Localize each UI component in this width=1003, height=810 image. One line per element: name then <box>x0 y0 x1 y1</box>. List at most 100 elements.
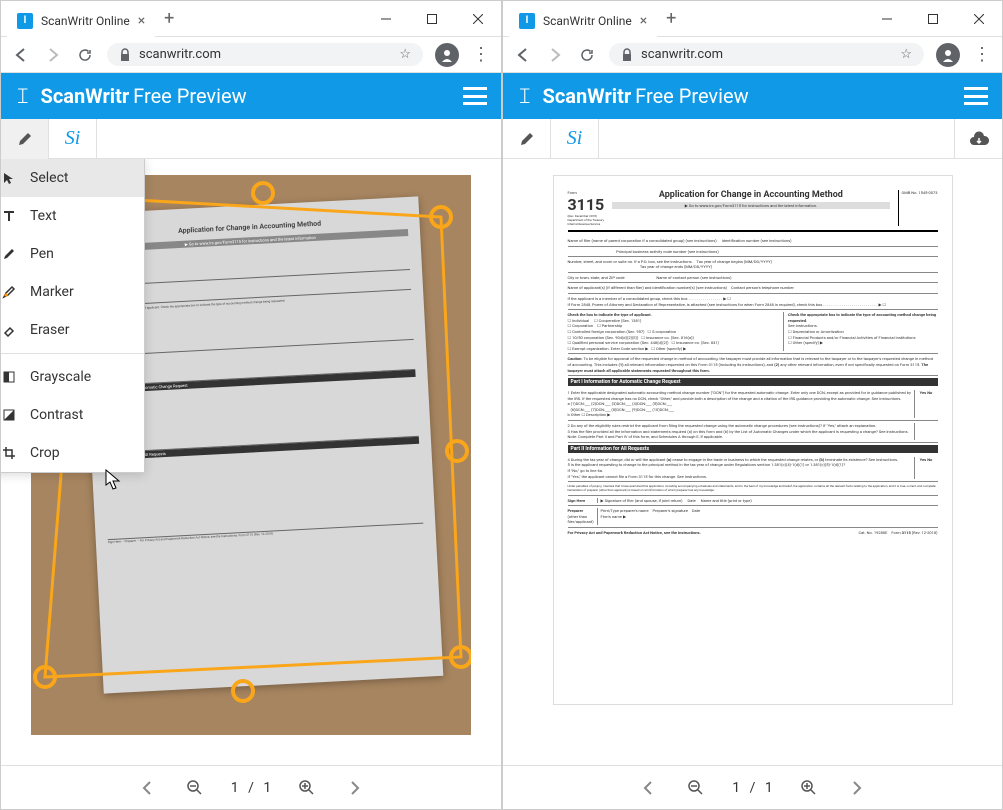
app-logo[interactable]: 𝙸 ScanWritr Free Preview <box>15 84 247 109</box>
tool-marker[interactable]: Marker <box>1 273 144 311</box>
tool-eraser[interactable]: Eraser <box>1 311 144 349</box>
crop-handle-br[interactable] <box>449 645 471 669</box>
tab-title: ScanWritr Online <box>543 14 632 28</box>
prev-page-button[interactable] <box>636 776 660 800</box>
crop-icon <box>1 444 18 462</box>
new-tab-button[interactable]: + <box>155 5 183 33</box>
address-bar: scanwritr.com ☆ ⋮ <box>1 37 501 73</box>
url-text: scanwritr.com <box>641 47 723 62</box>
zoom-in-button[interactable] <box>295 776 319 800</box>
tab-close-icon[interactable]: × <box>138 13 145 29</box>
next-page-button[interactable] <box>845 776 869 800</box>
tool-label: Marker <box>30 284 74 300</box>
form-title: Application for Change in Accounting Met… <box>612 190 889 200</box>
back-button[interactable] <box>513 45 533 65</box>
star-icon[interactable]: ☆ <box>900 47 912 62</box>
tool-grayscale[interactable]: Grayscale <box>1 358 144 396</box>
app-header: 𝙸 ScanWritr Free Preview <box>503 73 1002 119</box>
edit-tool-button[interactable] <box>1 119 49 159</box>
maximize-button[interactable] <box>910 3 956 35</box>
pen-icon <box>1 245 18 263</box>
app-logo-icon: 𝙸 <box>15 84 31 109</box>
crop-handle-mr[interactable] <box>445 439 469 463</box>
close-button[interactable] <box>956 3 1002 35</box>
titlebar: I ScanWritr Online × + <box>1 1 501 37</box>
back-button[interactable] <box>11 45 31 65</box>
pager-bar: 1 / 1 <box>1 765 501 809</box>
zoom-in-button[interactable] <box>797 776 821 800</box>
document-canvas[interactable]: Form 3115 (Rev. December 2018)Department… <box>503 159 1002 765</box>
reload-button[interactable] <box>577 45 597 65</box>
forward-button[interactable] <box>43 45 63 65</box>
brand-subtitle: Free Preview <box>133 84 246 108</box>
omb-number: OMB No. 1545-0073 <box>898 190 938 226</box>
processed-document: Form 3115 (Rev. December 2018)Department… <box>553 175 953 705</box>
toolbar: Si <box>1 119 501 159</box>
part1-heading: Part I Information for Automatic Change … <box>568 378 938 386</box>
brand-subtitle: Free Preview <box>635 84 748 108</box>
favicon: I <box>519 13 535 29</box>
titlebar: I ScanWritr Online × + <box>503 1 1002 37</box>
tool-label: Crop <box>30 445 60 461</box>
part2-heading: Part II Information for All Requests <box>568 445 938 453</box>
window-controls <box>864 3 1002 35</box>
prev-page-button[interactable] <box>135 776 159 800</box>
profile-avatar[interactable] <box>435 43 459 67</box>
signature-tool-button[interactable]: Si <box>49 119 97 159</box>
zoom-out-button[interactable] <box>684 776 708 800</box>
tool-label: Pen <box>30 246 54 262</box>
tab-close-icon[interactable]: × <box>640 13 647 29</box>
tool-label: Grayscale <box>30 369 91 385</box>
browser-menu-button[interactable]: ⋮ <box>972 45 992 65</box>
app-logo[interactable]: 𝙸 ScanWritr Free Preview <box>517 84 749 109</box>
tool-text[interactable]: Text <box>1 197 144 235</box>
forward-button[interactable] <box>545 45 565 65</box>
crop-handle-bm[interactable] <box>231 679 255 703</box>
profile-avatar[interactable] <box>936 43 960 67</box>
favicon: I <box>17 13 33 29</box>
lock-icon <box>621 48 633 62</box>
new-tab-button[interactable]: + <box>657 5 685 33</box>
separator <box>1 353 144 354</box>
tool-crop[interactable]: Crop <box>1 434 144 472</box>
reload-button[interactable] <box>75 45 95 65</box>
url-input[interactable]: scanwritr.com ☆ <box>609 43 924 66</box>
lock-icon <box>119 48 131 62</box>
window-controls <box>363 3 501 35</box>
document-canvas[interactable]: Select Text Pen Marker Eraser Grayscal <box>1 159 501 765</box>
close-button[interactable] <box>455 3 501 35</box>
next-page-button[interactable] <box>343 776 367 800</box>
app-logo-icon: 𝙸 <box>517 84 533 109</box>
tool-contrast[interactable]: Contrast <box>1 396 144 434</box>
toolbar: Si <box>503 119 1002 159</box>
crop-handle-bl[interactable] <box>33 665 57 689</box>
tool-pen[interactable]: Pen <box>1 235 144 273</box>
page-indicator: 1 / 1 <box>732 780 773 796</box>
browser-tab[interactable]: I ScanWritr Online × <box>509 5 657 37</box>
marker-icon <box>1 283 18 301</box>
tool-label: Select <box>30 170 68 186</box>
cloud-download-button[interactable] <box>954 119 1002 159</box>
edit-tool-button[interactable] <box>503 119 551 159</box>
zoom-out-button[interactable] <box>183 776 207 800</box>
signature-tool-button[interactable]: Si <box>551 119 599 159</box>
hamburger-menu[interactable] <box>463 87 487 105</box>
minimize-button[interactable] <box>363 3 409 35</box>
hamburger-menu[interactable] <box>964 87 988 105</box>
minimize-button[interactable] <box>864 3 910 35</box>
browser-tab[interactable]: I ScanWritr Online × <box>7 5 155 37</box>
brand-name: ScanWritr <box>41 84 130 108</box>
form-number: 3115 <box>568 195 605 214</box>
star-icon[interactable]: ☆ <box>399 47 411 62</box>
crop-handle-tm[interactable] <box>251 181 275 205</box>
tool-label: Contrast <box>30 407 83 423</box>
tool-select[interactable]: Select <box>1 159 144 197</box>
grayscale-icon <box>1 368 18 386</box>
browser-menu-button[interactable]: ⋮ <box>471 45 491 65</box>
crop-handle-tr[interactable] <box>429 205 453 229</box>
address-bar: scanwritr.com ☆ ⋮ <box>503 37 1002 73</box>
maximize-button[interactable] <box>409 3 455 35</box>
url-input[interactable]: scanwritr.com ☆ <box>107 43 423 66</box>
cursor-icon <box>1 169 18 187</box>
app-header: 𝙸 ScanWritr Free Preview <box>1 73 501 119</box>
